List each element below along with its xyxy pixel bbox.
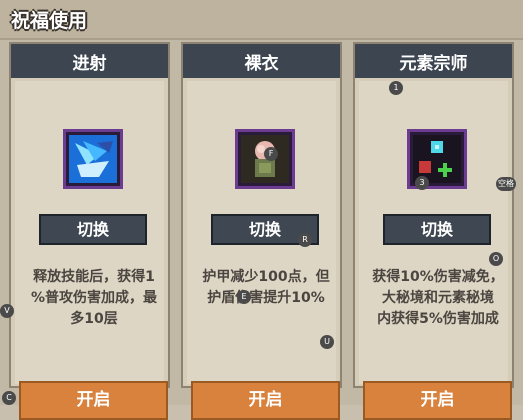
blessing-card-1: 进射 切换 释放技能后，获得1 %普攻伤害加成，最 多10层 开启 (9, 42, 170, 420)
titlebar: 祝福使用 (0, 0, 523, 40)
open-button[interactable]: 开启 (191, 381, 340, 420)
blessing-card-2: 裸衣 切换 护甲减少100点，但 护盾伤害提升10% 开启 (181, 42, 342, 420)
card-body: 切换 释放技能后，获得1 %普攻伤害加成，最 多10层 开启 (15, 81, 168, 420)
card-title: 进射 (72, 54, 107, 74)
switch-button[interactable]: 切换 (383, 214, 491, 245)
card-title: 元素宗师 (399, 54, 468, 74)
open-button[interactable]: 开启 (363, 381, 512, 420)
key-hint-3: 3 (415, 176, 429, 190)
description-line: 多10层 (70, 311, 118, 327)
description-line: 释放技能后，获得1 (33, 269, 155, 285)
card-description: 释放技能后，获得1 %普攻伤害加成，最 多10层 (19, 267, 169, 330)
description-line: 大秘境和元素秘境 (382, 290, 494, 306)
switch-button[interactable]: 切换 (39, 214, 147, 245)
description-line: 内获得5%伤害加成 (377, 311, 499, 327)
key-hint-u: U (320, 335, 334, 349)
key-hint-e: E (237, 290, 251, 304)
blessing-card-3: 元素宗师 切换 获得10%伤害减免， 大秘境和元素秘境 内获得5%伤害加成 开启 (353, 42, 514, 420)
key-hint-f: F (264, 147, 278, 161)
window-title: 祝福使用 (11, 10, 88, 32)
card-body: 切换 获得10%伤害减免， 大秘境和元素秘境 内获得5%伤害加成 开启 (359, 81, 512, 420)
card-title: 裸衣 (244, 54, 279, 74)
card-header: 进射 (11, 44, 168, 78)
blessing-window: 祝福使用 进射 切换 释放技能后，获得1 %普攻伤害加成，最 多10层 开启 裸… (0, 0, 523, 420)
card-header: 元素宗师 (355, 44, 512, 78)
key-hint-r: R (298, 233, 312, 247)
description-line: 护盾伤害提升10% (207, 290, 325, 306)
rose-cloth-icon (235, 129, 295, 189)
card-description: 获得10%伤害减免， 大秘境和元素秘境 内获得5%伤害加成 (363, 267, 513, 330)
key-hint-space: 空格 (496, 177, 516, 191)
description-line: %普攻伤害加成，最 (30, 290, 158, 306)
description-line: 护甲减少100点，但 (202, 269, 330, 285)
key-hint-c: C (2, 391, 16, 405)
key-hint-v: V (0, 304, 14, 318)
key-hint-1: 1 (389, 81, 403, 95)
blue-sword-burst-icon (63, 129, 123, 189)
card-description: 护甲减少100点，但 护盾伤害提升10% (191, 267, 341, 309)
open-button[interactable]: 开启 (19, 381, 168, 420)
description-line: 获得10%伤害减免， (372, 269, 504, 285)
key-hint-o: O (489, 252, 503, 266)
card-header: 裸衣 (183, 44, 340, 78)
card-body: 切换 护甲减少100点，但 护盾伤害提升10% 开启 (187, 81, 340, 420)
